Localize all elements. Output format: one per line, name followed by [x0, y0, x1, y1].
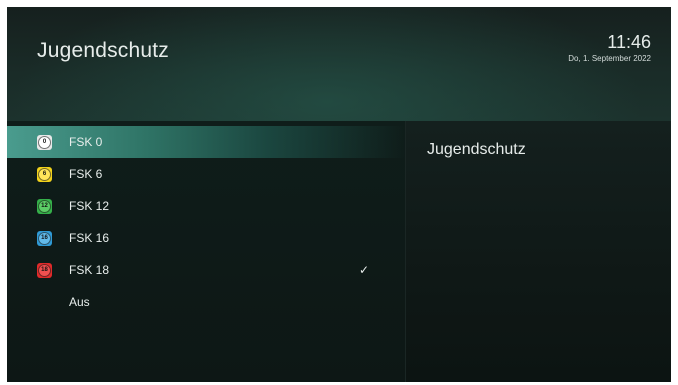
fsk-18-icon: 18: [37, 262, 52, 278]
fsk-12-icon: 12: [37, 198, 52, 214]
fsk-18-icon-number: 18: [41, 267, 48, 273]
list-item-label: FSK 12: [69, 199, 110, 213]
list-item-label: Aus: [69, 295, 90, 309]
fsk-16-icon-number: 16: [41, 235, 48, 241]
list-item-fsk-12[interactable]: 12 FSK 12: [7, 190, 405, 222]
detail-panel: Jugendschutz: [405, 121, 671, 382]
list-item-aus[interactable]: Aus: [7, 286, 405, 318]
list-item-fsk-6[interactable]: 6 FSK 6: [7, 158, 405, 190]
list-item-fsk-0[interactable]: 0 FSK 0: [7, 126, 405, 158]
fsk-6-icon-number: 6: [42, 171, 47, 177]
list-item-label: FSK 6: [69, 167, 103, 181]
clock-date: Do, 1. September 2022: [568, 54, 651, 63]
rating-list: 0 FSK 0 6 FSK 6 12 FSK 12 16 FSK 16 18 F…: [7, 121, 405, 382]
fsk-12-icon-number: 12: [41, 203, 48, 209]
list-item-fsk-18[interactable]: 18 FSK 18 ✓: [7, 254, 405, 286]
header: Jugendschutz 11:46 Do, 1. September 2022: [7, 7, 671, 121]
fsk-0-icon-number: 0: [42, 139, 47, 145]
list-item-label: FSK 0: [69, 135, 103, 149]
fsk-6-icon: 6: [37, 166, 52, 182]
list-item-label: FSK 18: [69, 263, 110, 277]
list-item-label: FSK 16: [69, 231, 110, 245]
fsk-16-icon: 16: [37, 230, 52, 246]
tv-screen: Jugendschutz 11:46 Do, 1. September 2022…: [7, 7, 671, 382]
checkmark-icon: ✓: [359, 263, 370, 277]
fsk-0-icon: 0: [37, 134, 52, 150]
page-title: Jugendschutz: [37, 39, 169, 62]
list-item-fsk-16[interactable]: 16 FSK 16: [7, 222, 405, 254]
detail-title: Jugendschutz: [427, 141, 526, 158]
clock-time: 11:46: [607, 32, 651, 52]
